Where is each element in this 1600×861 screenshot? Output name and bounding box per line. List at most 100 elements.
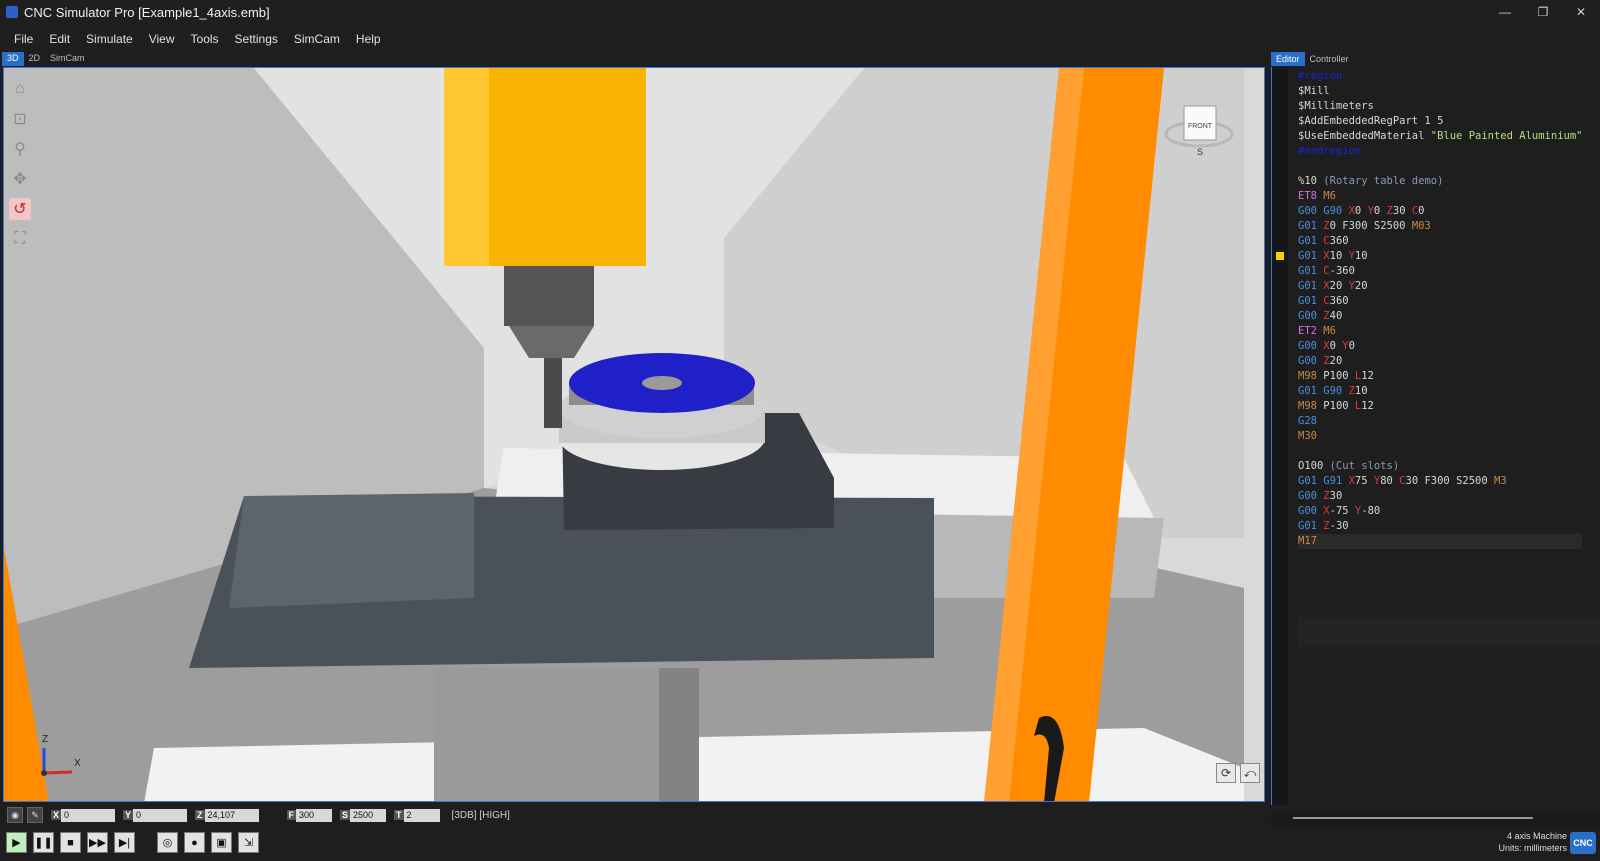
code-line[interactable]: $AddEmbeddedRegPart 1 5: [1298, 114, 1582, 129]
code-line[interactable]: M98 P100 L12: [1298, 399, 1582, 414]
code-line[interactable]: G01 G90 Z10: [1298, 384, 1582, 399]
export-icon[interactable]: ⇲: [238, 832, 259, 853]
menu-settings[interactable]: Settings: [227, 32, 286, 46]
code-line[interactable]: #region: [1298, 69, 1582, 84]
code-line[interactable]: ET2 M6: [1298, 324, 1582, 339]
rotate-icon[interactable]: ↺: [9, 198, 31, 220]
code-line[interactable]: G00 X-75 Y-80: [1298, 504, 1582, 519]
code-line[interactable]: $UseEmbeddedMaterial "Blue Painted Alumi…: [1298, 129, 1582, 144]
code-token: 360: [1329, 295, 1349, 307]
tab-controller[interactable]: Controller: [1305, 52, 1354, 66]
code-token: -80: [1361, 505, 1381, 517]
editor-gutter[interactable]: [1272, 67, 1288, 805]
editor-horizontal-scrollbar[interactable]: [1271, 812, 1600, 826]
code-line[interactable]: ET8 M6: [1298, 189, 1582, 204]
code-token: ET8: [1298, 190, 1324, 202]
code-line[interactable]: M17: [1298, 534, 1583, 549]
cnc-badge: CNC: [1570, 832, 1596, 854]
refresh-icon[interactable]: ⟳: [1216, 763, 1236, 783]
menu-simulate[interactable]: Simulate: [78, 32, 141, 46]
pause-button[interactable]: ❚❚: [33, 832, 54, 853]
code-line[interactable]: G01 Z0 F300 S2500 M03: [1298, 219, 1582, 234]
fit-view-icon[interactable]: ⛶: [9, 228, 31, 250]
code-line[interactable]: G01 C-360: [1298, 264, 1582, 279]
reset-view-icon[interactable]: ⤺: [1240, 763, 1260, 783]
view-cube[interactable]: FRONT S: [1164, 98, 1234, 158]
scrollbar-thumb[interactable]: [1293, 817, 1533, 819]
fast-forward-button[interactable]: ▶▶: [87, 832, 108, 853]
code-token: G01: [1298, 220, 1324, 232]
tab-3d[interactable]: 3D: [2, 52, 24, 66]
menu-view[interactable]: View: [141, 32, 183, 46]
code-token: M6: [1323, 325, 1336, 337]
box-icon[interactable]: ▣: [211, 832, 232, 853]
t-readout: T2: [394, 808, 440, 822]
wrench-icon[interactable]: ✎: [27, 807, 43, 823]
code-line[interactable]: $Mill: [1298, 84, 1582, 99]
window-controls: — ❐ ✕: [1486, 0, 1600, 24]
zoom-icon[interactable]: ⚲: [9, 138, 31, 160]
home-view-icon[interactable]: ⌂: [9, 78, 31, 100]
3d-viewport[interactable]: ⌂ ⊡ ⚲ ✥ ↺ ⛶ FRONT S Z X ⟳ ⤺: [3, 67, 1265, 802]
menu-help[interactable]: Help: [348, 32, 389, 46]
stop-button[interactable]: ■: [60, 832, 81, 853]
code-token: 0: [1348, 340, 1355, 352]
code-lines[interactable]: #region $Mill $Millimeters $AddEmbeddedRegP…: [1298, 69, 1583, 549]
code-line[interactable]: G01 G91 X75 Y80 C30 F300 S2500 M3: [1298, 474, 1582, 489]
s-readout: S 2500: [340, 808, 387, 822]
code-token: P100: [1323, 370, 1355, 382]
minimize-button[interactable]: —: [1486, 0, 1524, 24]
menu-tools[interactable]: Tools: [183, 32, 227, 46]
code-line[interactable]: $Millimeters: [1298, 99, 1582, 114]
code-token: -75: [1329, 505, 1355, 517]
code-token: 0: [1373, 205, 1387, 217]
tab-editor[interactable]: Editor: [1271, 52, 1305, 66]
code-line[interactable]: #endregion: [1298, 144, 1582, 159]
visibility-icon[interactable]: ◎: [157, 832, 178, 853]
code-line[interactable]: G01 X10 Y10: [1298, 249, 1582, 264]
code-line[interactable]: M98 P100 L12: [1298, 369, 1582, 384]
code-line[interactable]: G00 Z20: [1298, 354, 1582, 369]
code-line[interactable]: [1298, 159, 1582, 174]
menu-file[interactable]: File: [6, 32, 41, 46]
code-token: F300 S2500: [1342, 220, 1412, 232]
y-readout: Y0: [123, 808, 188, 822]
code-token: G00: [1298, 505, 1324, 517]
record-icon[interactable]: ●: [184, 832, 205, 853]
code-line[interactable]: [1298, 444, 1582, 459]
code-line[interactable]: O100 (Cut slots): [1298, 459, 1582, 474]
play-button[interactable]: ▶: [6, 832, 27, 853]
code-token: ET2: [1298, 325, 1324, 337]
restore-button[interactable]: ❐: [1524, 0, 1562, 24]
code-token: P100: [1323, 400, 1355, 412]
code-line[interactable]: G01 X20 Y20: [1298, 279, 1582, 294]
tab-2d[interactable]: 2D: [24, 52, 46, 66]
code-line[interactable]: G00 Z40: [1298, 309, 1582, 324]
step-button[interactable]: ▶|: [114, 832, 135, 853]
code-empty-area[interactable]: [1298, 617, 1600, 647]
code-line[interactable]: %10 (Rotary table demo): [1298, 174, 1582, 189]
camera-icon[interactable]: ◉: [7, 807, 23, 823]
code-line[interactable]: G01 Z-30: [1298, 519, 1582, 534]
view-tabs: 3D 2D SimCam: [2, 52, 90, 66]
menu-edit[interactable]: Edit: [41, 32, 78, 46]
code-line[interactable]: G01 C360: [1298, 294, 1582, 309]
zoom-window-icon[interactable]: ⊡: [9, 108, 31, 130]
code-line[interactable]: G28: [1298, 414, 1582, 429]
code-token: G01 G91: [1298, 475, 1349, 487]
tab-simcam[interactable]: SimCam: [45, 52, 90, 66]
code-line[interactable]: G00 Z30: [1298, 489, 1582, 504]
code-token: 30: [1329, 490, 1343, 502]
menu-simcam[interactable]: SimCam: [286, 32, 348, 46]
code-token: $Mill: [1298, 85, 1330, 97]
code-line[interactable]: M30: [1298, 429, 1582, 444]
code-line[interactable]: G00 G90 X0 Y0 Z30 C0: [1298, 204, 1582, 219]
pan-icon[interactable]: ✥: [9, 168, 31, 190]
z-readout: Z 24,107: [195, 808, 259, 822]
close-button[interactable]: ✕: [1562, 0, 1600, 24]
axis-z-label: Z: [42, 734, 49, 745]
code-token: 80: [1380, 475, 1400, 487]
code-line[interactable]: G00 X0 Y0: [1298, 339, 1582, 354]
gcode-editor[interactable]: #region $Mill $Millimeters $AddEmbeddedRegP…: [1271, 67, 1600, 805]
code-line[interactable]: G01 C360: [1298, 234, 1582, 249]
